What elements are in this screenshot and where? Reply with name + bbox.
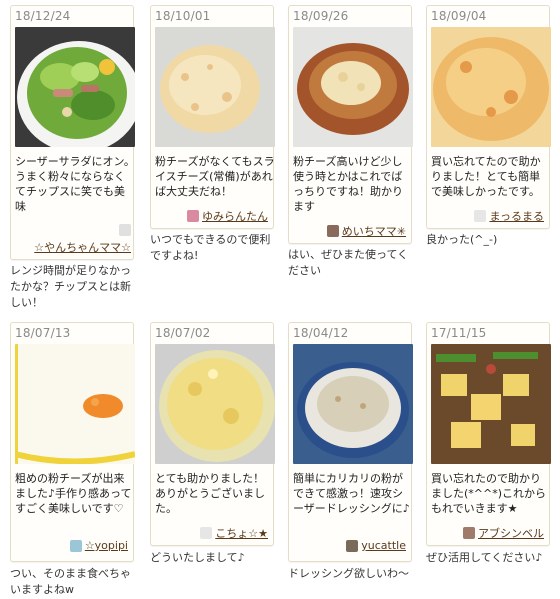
report-message: 粉チーズがなくてもスライスチーズ(常備)があれば大丈夫だね！ <box>155 155 275 198</box>
report-card[interactable]: 18/12/24 シーザーサラダにオン。うまく粉々にならなくてチップスに笑でも美… <box>10 5 135 260</box>
report-photo[interactable] <box>431 344 551 464</box>
reporter-link[interactable]: ☆yopipi <box>69 539 128 552</box>
reporter-link[interactable]: こちょ☆★ <box>200 525 268 541</box>
author-reply: ドレッシング欲しいわ〜 <box>288 567 409 580</box>
report-date: 18/12/24 <box>15 9 71 23</box>
avatar <box>326 225 339 237</box>
avatar <box>119 224 131 236</box>
reporter-name: ☆yopipi <box>84 539 128 552</box>
report-date: 17/11/15 <box>431 326 487 340</box>
avatar <box>200 527 213 539</box>
report-date: 18/07/13 <box>15 326 71 340</box>
author-reply: どういたしまして♪ <box>150 551 245 564</box>
report-card[interactable]: 18/04/12 簡単にカリカリの粉ができて感激っ！速攻シーザードレッシングに♪… <box>288 322 413 562</box>
reporter-name: yucattle <box>361 539 406 552</box>
report-photo[interactable] <box>155 27 275 147</box>
author-reply: レンジ時間が足りなかったかな？チップスとは新しい！ <box>10 264 131 309</box>
tsukurepo-grid: 18/12/24 シーザーサラダにオン。うまく粉々にならなくてチップスに笑でも美… <box>0 0 560 599</box>
report-message: 買い忘れたので助かりました(*^^*)これからもれでいきます★ <box>431 472 547 515</box>
report-photo[interactable] <box>15 27 135 147</box>
reporter-name: まっるまる <box>489 210 544 223</box>
report-card[interactable]: 18/09/04 買い忘れてたので助かりました！とても簡単で美味しかったです。 … <box>426 5 551 229</box>
report-date: 18/09/04 <box>431 9 487 23</box>
report-message: とても助かりました！ありがとうございました。 <box>155 472 265 515</box>
avatar <box>346 539 359 552</box>
report-card[interactable]: 18/09/26 粉チーズ高いけど少し使う時とかはこれでばっちりですね！助かりま… <box>288 5 413 244</box>
reporter-name: アブシンベル <box>478 527 544 540</box>
report-card[interactable]: 18/10/01 粉チーズがなくてもスライスチーズ(常備)があれば大丈夫だね！ … <box>150 5 275 229</box>
report-date: 18/04/12 <box>293 326 349 340</box>
report-photo[interactable] <box>431 27 551 147</box>
author-reply: いつでもできるので便利ですよね! <box>150 233 271 262</box>
author-reply: つい、そのまま食べちゃいますよねw <box>10 567 131 596</box>
report-message: 粗めの粉チーズが出来ました♪手作り感あってすごく美味しいです♡ <box>15 472 132 515</box>
report-date: 18/10/01 <box>155 9 211 23</box>
report-photo[interactable] <box>155 344 275 464</box>
report-photo[interactable] <box>15 344 135 464</box>
report-card[interactable]: 18/07/13 粗めの粉チーズが出来ました♪手作り感あってすごく美味しいです♡… <box>10 322 135 562</box>
author-reply: 良かった(^_-) <box>426 233 498 246</box>
avatar <box>463 527 475 539</box>
reporter-link[interactable]: ゆみらんたん <box>187 208 268 224</box>
reporter-link[interactable]: まっるまる <box>474 208 544 224</box>
reporter-name: ☆やんちゃんママ☆ <box>34 241 131 254</box>
report-card[interactable]: 17/11/15 買い忘れたので助かりました(*^^*)これからもれでいきます★… <box>426 322 551 546</box>
reporter-name: こちょ☆★ <box>215 527 268 540</box>
reporter-name: めいちママ✳ <box>341 225 406 238</box>
reporter-link[interactable]: めいちママ✳ <box>326 223 406 239</box>
report-photo[interactable] <box>293 344 413 464</box>
report-card[interactable]: 18/07/02 とても助かりました！ありがとうございました。 こちょ☆★ <box>150 322 275 546</box>
reporter-link[interactable]: yucattle <box>346 539 406 552</box>
avatar <box>187 210 199 222</box>
report-date: 18/09/26 <box>293 9 349 23</box>
author-reply: ぜひ活用してください♪ <box>426 551 543 564</box>
author-reply: はい、ぜひまた使ってください <box>288 248 409 277</box>
reporter-link[interactable]: ☆やんちゃんママ☆ <box>21 224 131 255</box>
report-photo[interactable] <box>293 27 413 147</box>
report-message: 粉チーズ高いけど少し使う時とかはこれでばっちりですね！助かります <box>293 155 403 213</box>
report-date: 18/07/02 <box>155 326 211 340</box>
report-message: シーザーサラダにオン。うまく粉々にならなくてチップスに笑でも美味 <box>15 155 135 213</box>
reporter-link[interactable]: アブシンベル <box>463 525 544 541</box>
avatar <box>474 210 487 222</box>
report-message: 簡単にカリカリの粉ができて感激っ！速攻シーザードレッシングに♪ <box>293 472 410 515</box>
avatar <box>69 539 82 552</box>
reporter-name: ゆみらんたん <box>202 210 268 223</box>
report-message: 買い忘れてたので助かりました！とても簡単で美味しかったです。 <box>431 155 541 198</box>
